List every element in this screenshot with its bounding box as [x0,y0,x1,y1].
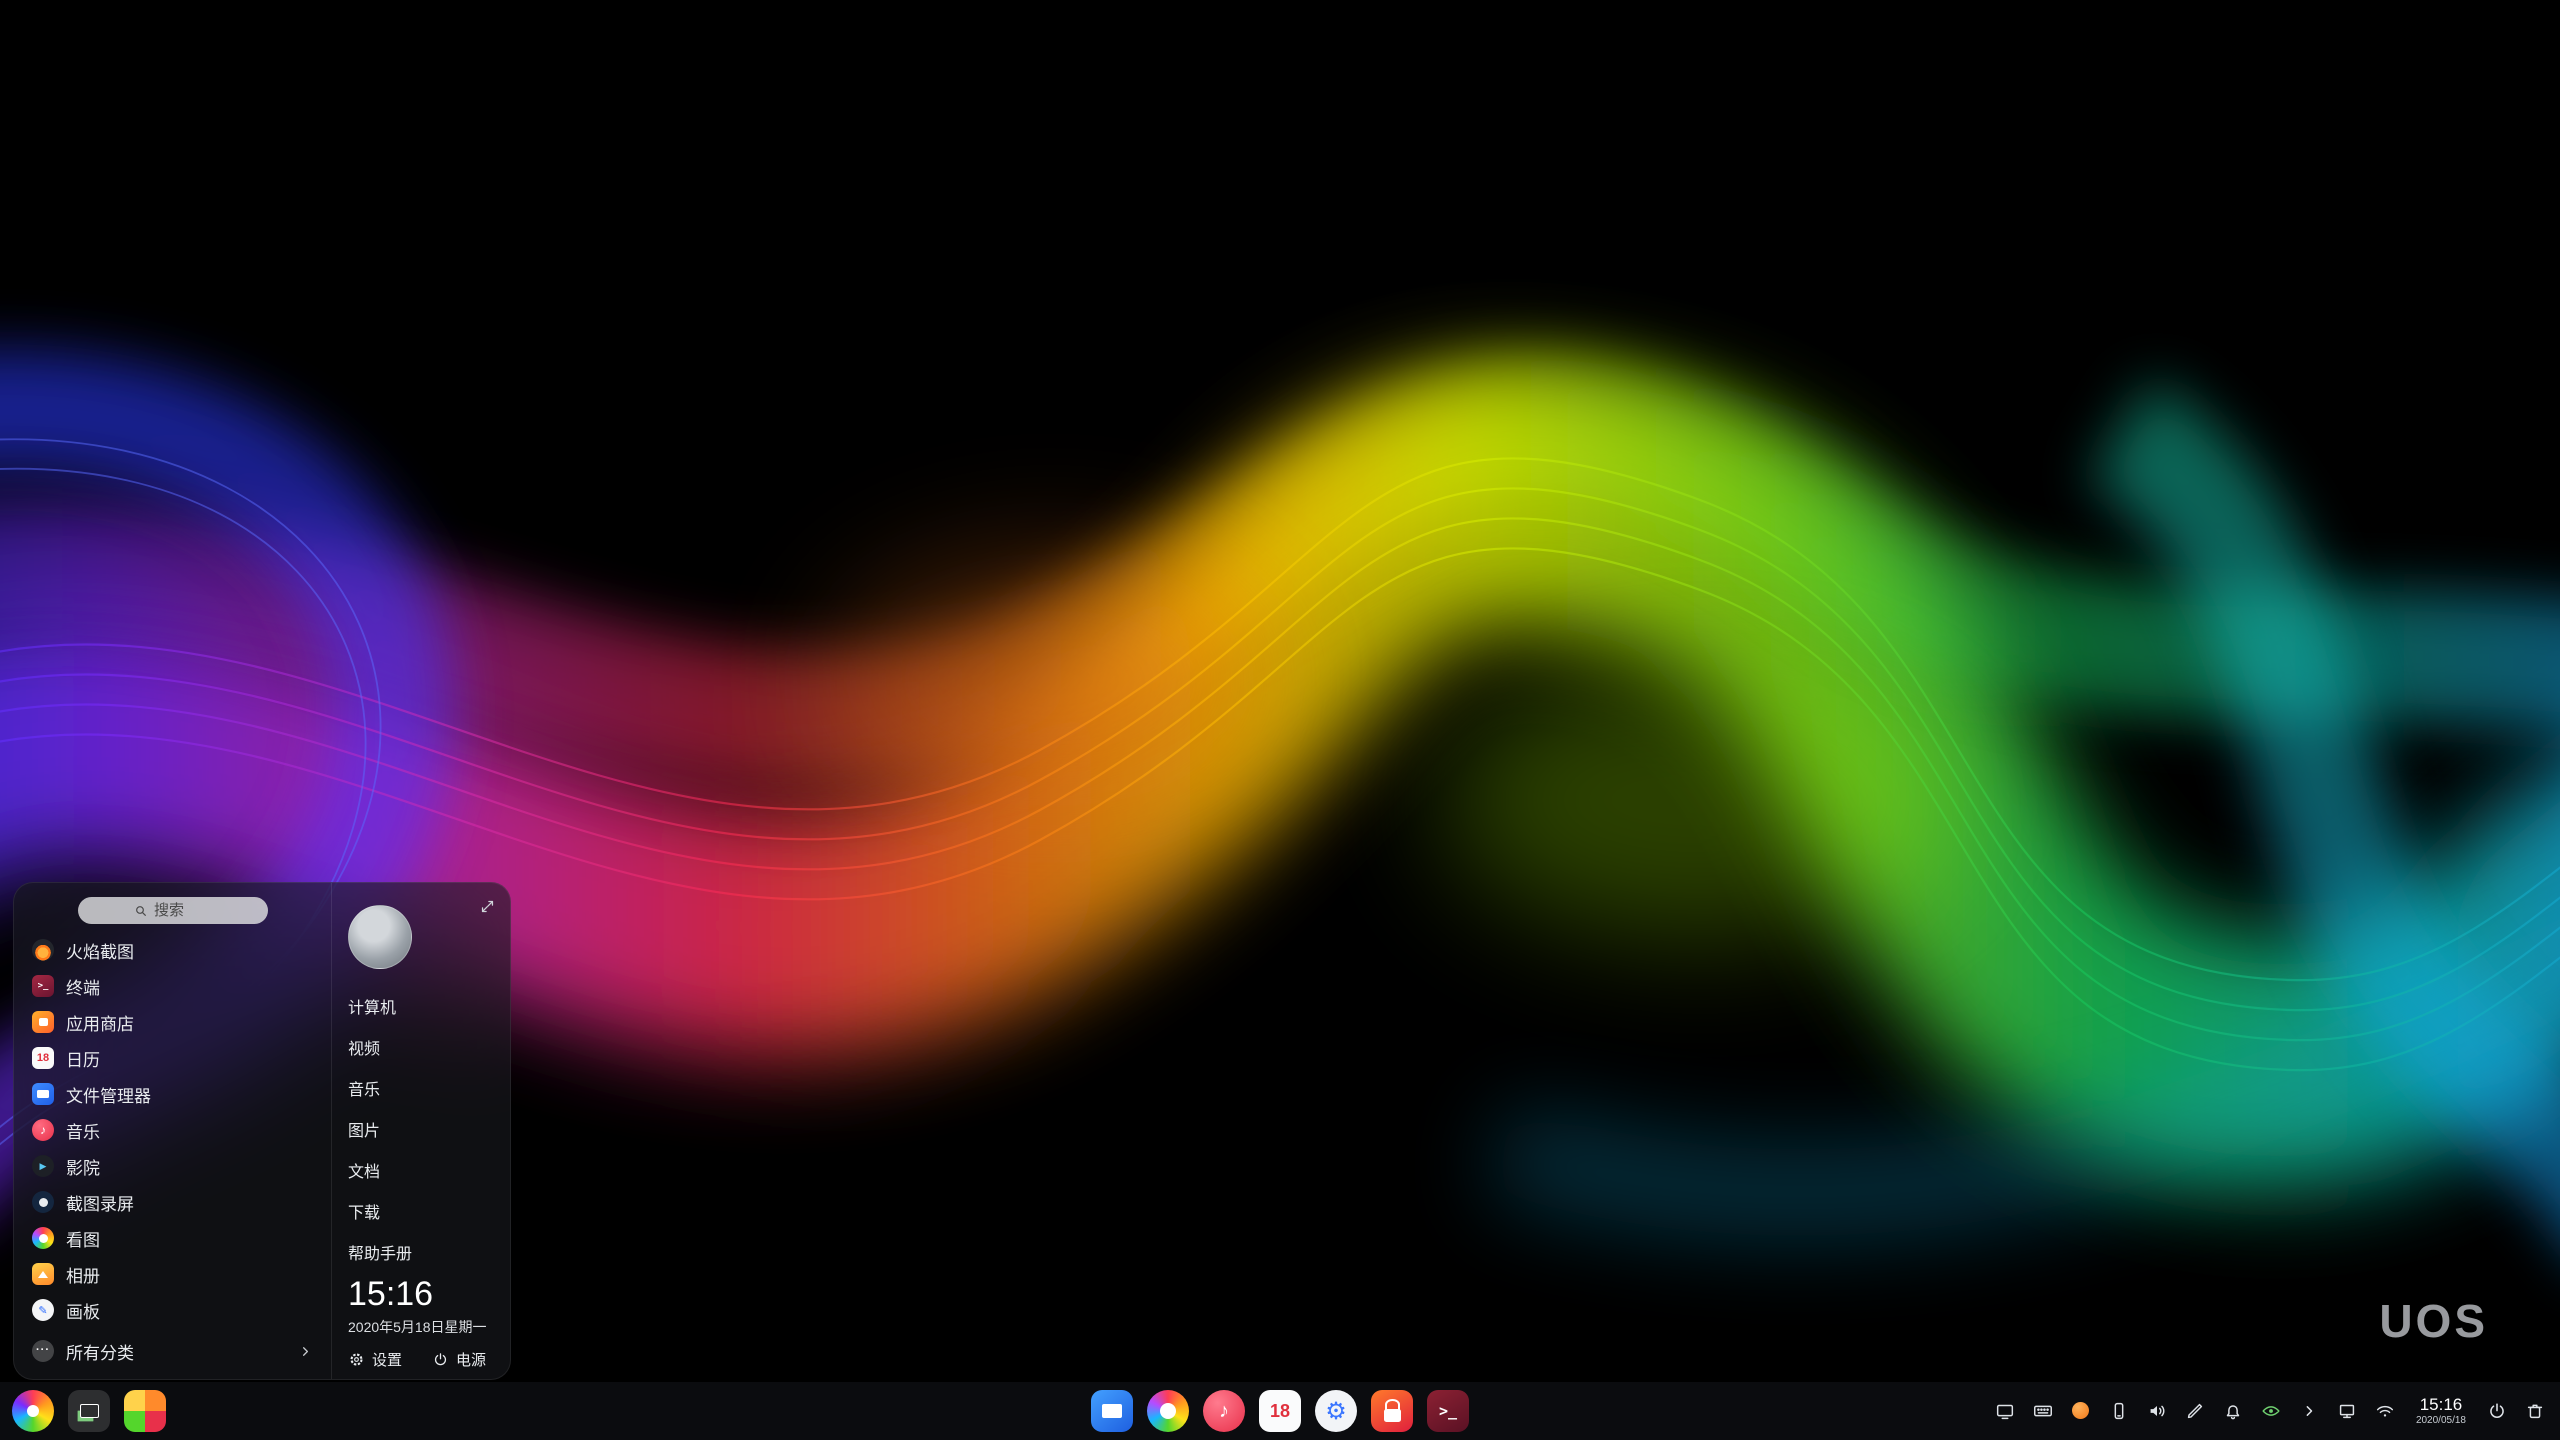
dock-terminal-icon[interactable] [1427,1390,1469,1432]
flame-screenshot-icon [32,939,54,961]
place-pictures[interactable]: 图片 [348,1108,498,1149]
dock-file-manager-icon[interactable] [1091,1390,1133,1432]
dock-pinned-apps: 18 [1091,1390,1469,1432]
multitask-view-icon[interactable] [68,1390,110,1432]
expand-icon [479,898,496,915]
launcher-app-flame-screenshot[interactable]: 火焰截图 [14,932,331,968]
launcher-time: 15:16 [348,1276,498,1313]
app-label: 日历 [66,1046,100,1071]
tray-clock[interactable]: 15:16 2020/05/18 [2416,1395,2466,1426]
dock-left-group [12,1390,166,1432]
power-icon [432,1351,449,1368]
app-label: 音乐 [66,1118,100,1143]
all-categories-label: 所有分类 [66,1339,134,1364]
dock: 18 [0,1382,2560,1440]
settings-button[interactable]: 设置 [348,1349,402,1370]
app-label: 火焰截图 [66,938,134,963]
launcher-app-calendar[interactable]: 18 日历 [14,1040,331,1076]
file-manager-icon [32,1083,54,1105]
assistant-icon[interactable] [2068,1398,2094,1424]
calendar-icon: 18 [32,1047,54,1069]
launcher-app-file-manager[interactable]: 文件管理器 [14,1076,331,1112]
app-label: 看图 [66,1226,100,1251]
apps-grid-icon[interactable] [124,1390,166,1432]
screen-capture-icon [32,1191,54,1213]
place-documents[interactable]: 文档 [348,1149,498,1190]
power-button[interactable]: 电源 [432,1349,486,1370]
app-label: 截图录屏 [66,1190,134,1215]
settings-label: 设置 [372,1349,402,1370]
launcher-app-draw[interactable]: 画板 [14,1292,331,1328]
volume-icon[interactable] [2144,1398,2170,1424]
draw-icon [32,1299,54,1321]
search-area [14,883,331,932]
dock-calendar-day: 18 [1270,1401,1290,1422]
dock-image-viewer-icon[interactable] [1147,1390,1189,1432]
launcher-app-list: 火焰截图 终端 应用商店 18 日历 文件管理器 音乐 影院 截图录屏 [14,883,332,1379]
launcher-app-screen-capture[interactable]: 截图录屏 [14,1184,331,1220]
launcher-app-album[interactable]: 相册 [14,1256,331,1292]
place-music[interactable]: 音乐 [348,1067,498,1108]
tray-expand-icon[interactable] [2296,1398,2322,1424]
place-help-manual[interactable]: 帮助手册 [348,1231,498,1272]
network-icon[interactable] [2372,1398,2398,1424]
mobile-device-icon[interactable] [2106,1398,2132,1424]
all-categories-button[interactable]: 所有分类 [14,1330,331,1372]
uos-watermark: UOS [2379,1294,2488,1348]
dock-tray: 15:16 2020/05/18 [1992,1395,2548,1426]
album-icon [32,1263,54,1285]
screen-mirror-icon[interactable] [1992,1398,2018,1424]
place-computer[interactable]: 计算机 [348,985,498,1026]
chevron-right-icon [298,1344,313,1359]
gear-icon [348,1351,365,1368]
places-list: 计算机 视频 音乐 图片 文档 下载 帮助手册 [348,985,498,1272]
app-label: 文件管理器 [66,1082,151,1107]
launcher-footer-buttons: 设置 电源 [348,1349,498,1370]
calendar-day: 18 [37,1052,49,1064]
dock-calendar-icon[interactable]: 18 [1259,1390,1301,1432]
notification-icon[interactable] [2220,1398,2246,1424]
tray-date: 2020/05/18 [2416,1415,2466,1427]
dock-music-icon[interactable] [1203,1390,1245,1432]
launcher-date: 2020年5月18日星期一 [348,1317,498,1337]
all-categories-icon [32,1340,54,1362]
terminal-icon [32,975,54,997]
app-label: 相册 [66,1262,100,1287]
launcher-panel: 火焰截图 终端 应用商店 18 日历 文件管理器 音乐 影院 截图录屏 [13,882,511,1380]
launcher-side-panel: 计算机 视频 音乐 图片 文档 下载 帮助手册 15:16 2020年5月18日… [332,883,510,1379]
dock-control-center-icon[interactable] [1315,1390,1357,1432]
app-label: 画板 [66,1298,100,1323]
app-label: 影院 [66,1154,100,1179]
place-downloads[interactable]: 下载 [348,1190,498,1231]
stylus-icon[interactable] [2182,1398,2208,1424]
launcher-fullscreen-toggle[interactable] [476,895,498,917]
launcher-app-terminal[interactable]: 终端 [14,968,331,1004]
launcher-icon[interactable] [12,1390,54,1432]
tray-time: 15:16 [2416,1395,2466,1415]
search-input[interactable] [154,902,212,919]
search-box[interactable] [78,897,268,924]
place-videos[interactable]: 视频 [348,1026,498,1067]
user-avatar[interactable] [348,905,412,969]
app-label: 终端 [66,974,100,999]
shutdown-icon[interactable] [2484,1398,2510,1424]
movie-icon [32,1155,54,1177]
trash-icon[interactable] [2522,1398,2548,1424]
app-label: 应用商店 [66,1010,134,1035]
display-icon[interactable] [2334,1398,2360,1424]
app-store-icon [32,1011,54,1033]
launcher-app-music[interactable]: 音乐 [14,1112,331,1148]
search-icon [133,903,149,919]
launcher-app-image-viewer[interactable]: 看图 [14,1220,331,1256]
assistant-dot [2072,1402,2089,1419]
power-label: 电源 [456,1349,486,1370]
eye-protection-icon[interactable] [2258,1398,2284,1424]
dock-app-store-icon[interactable] [1371,1390,1413,1432]
launcher-app-movies[interactable]: 影院 [14,1148,331,1184]
launcher-app-app-store[interactable]: 应用商店 [14,1004,331,1040]
image-viewer-icon [32,1227,54,1249]
music-icon [32,1119,54,1141]
virtual-keyboard-icon[interactable] [2030,1398,2056,1424]
